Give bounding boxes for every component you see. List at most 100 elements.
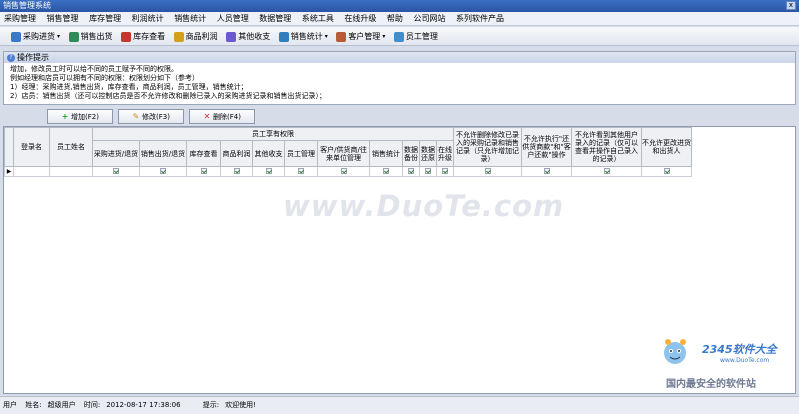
perm-checkbox[interactable] [160,167,166,174]
chevron-down-icon[interactable]: ▾ [57,33,60,40]
toolbar-inventory-button[interactable]: 库存查看 [118,28,168,45]
menu-website[interactable]: 公司网站 [409,12,449,25]
chevron-down-icon[interactable]: ▾ [325,33,328,40]
col-no-change-handler[interactable]: 不允许更改进货和出货人 [641,127,692,167]
perm-checkbox[interactable] [265,167,272,174]
col-no-repay[interactable]: 不允许执行"还供货商款"和"客户还款"操作 [521,127,572,167]
cell-name[interactable] [49,166,93,177]
toolbar-label: 销售统计 [290,32,323,41]
toolbar-label: 客户管理 [348,32,381,41]
toolbar-finance-button[interactable]: 其他收支 [223,28,273,45]
menu-bar: 采购管理 销售管理 库存管理 利润统计 销售统计 人员管理 数据管理 系统工具 … [0,12,799,26]
status-tip-label: 提示: [202,401,220,409]
customer-icon [336,31,347,42]
status-user-label: 用户 [3,401,17,409]
col-perm-purchase[interactable]: 采购进货/退货 [92,140,140,167]
toolbar-label: 采购进货 [23,32,55,41]
logo-name: 2345软件大全 [702,343,777,356]
extra-checkbox[interactable] [663,167,670,174]
menu-inventory[interactable]: 库存管理 [85,12,125,25]
table-row[interactable]: ▶ [4,166,692,177]
status-time-label: 时间: [83,401,101,409]
col-name[interactable]: 员工姓名 [49,127,93,167]
row-header-corner [4,127,14,167]
close-icon[interactable]: x [786,1,796,10]
col-group-permissions: 员工享有权限 [92,127,454,141]
status-bar: 用户 姓名: 超级用户 时间: 2012-08-17 17:38:06 提示: 欢迎使… [0,396,799,414]
title-bar: 销售管理系统 x [0,0,799,12]
tips-line: 增加，修改员工时可以给不同的员工赋予不同的权限。 [10,65,178,73]
menu-update[interactable]: 在线升级 [340,12,380,25]
menu-sales[interactable]: 销售管理 [43,12,83,25]
col-perm-backup[interactable]: 数据备份 [402,140,420,167]
sales-icon [68,31,79,42]
col-perm-update[interactable]: 在线升级 [436,140,454,167]
col-login[interactable]: 登录名 [13,127,50,167]
perm-checkbox[interactable] [340,167,347,174]
add-button[interactable]: + 增加(F2) [47,109,113,124]
help-icon: ? [7,53,15,62]
toolbar-label: 库存查看 [133,32,166,41]
edit-icon: ✎ [132,111,140,121]
status-time-value: 2012-08-17 17:38:06 [106,401,181,409]
col-perm-inventory[interactable]: 库存查看 [186,140,221,167]
action-bar: + 增加(F2) ✎ 修改(F3) ✕ 删除(F4) [0,108,799,125]
menu-data[interactable]: 数据管理 [255,12,295,25]
perm-checkbox[interactable] [425,167,431,174]
delete-icon: ✕ [203,111,211,121]
menu-sales-stats[interactable]: 销售统计 [170,12,210,25]
col-perm-restore[interactable]: 数据还原 [419,140,437,167]
perm-checkbox[interactable] [442,167,448,174]
menu-profit[interactable]: 利润统计 [128,12,168,25]
perm-checkbox[interactable] [408,167,414,174]
col-perm-customer[interactable]: 客户/供货商/往来单位管理 [317,140,370,167]
toolbar-label: 商品利润 [185,32,218,41]
chevron-down-icon[interactable]: ▾ [382,33,385,40]
tips-body: 增加，修改员工时可以给不同的员工赋予不同的权限。 例如经理和店员可以拥有不同的权… [4,63,795,103]
toolbar-customer-button[interactable]: 客户管理 ▾ [333,28,388,45]
col-perm-sales[interactable]: 销售出货/退货 [139,140,187,167]
col-perm-finance[interactable]: 其他收支 [252,140,285,167]
delete-button-label: 删除(F4) [213,112,241,121]
toolbar-purchase-button[interactable]: 采购进货 ▾ [8,28,63,45]
profit-icon [173,31,184,42]
tips-header: ? 操作提示 [4,52,795,63]
col-perm-stats[interactable]: 销售统计 [369,140,403,167]
watermark-text: www.DuoTe.com [283,189,565,223]
extra-checkbox[interactable] [484,167,491,174]
toolbar-staff-button[interactable]: 员工管理 [391,28,441,45]
cell-login[interactable] [13,166,50,177]
menu-staff[interactable]: 人员管理 [213,12,253,25]
menu-tools[interactable]: 系统工具 [298,12,338,25]
staff-icon [393,31,404,42]
col-perm-staff[interactable]: 员工管理 [284,140,318,167]
extra-checkbox[interactable] [603,167,610,174]
status-name-value: 超级用户 [47,401,76,409]
col-perm-profit[interactable]: 商品利润 [220,140,253,167]
toolbar-profit-button[interactable]: 商品利润 [171,28,221,45]
add-button-label: 增加(F2) [71,112,99,121]
extra-checkbox[interactable] [543,167,550,174]
tips-panel: ? 操作提示 增加，修改员工时可以给不同的员工赋予不同的权限。 例如经理和店员可… [3,51,796,105]
col-no-view-others[interactable]: 不允许看到其他用户录入的记录（仅可以查看并操作自己录入的记录） [571,127,642,167]
edit-button-label: 修改(F3) [142,112,170,121]
toolbar: 采购进货 ▾ 销售出货 库存查看 商品利润 其他收支 销售统计 ▾ 客户管理 ▾… [0,27,799,46]
tips-line: 1）经理：采购进货,销售出货，库存查看，商品利润，员工管理，销售统计； [10,83,248,91]
row-marker: ▶ [4,166,14,177]
edit-button[interactable]: ✎ 修改(F3) [118,109,184,124]
toolbar-stats-button[interactable]: 销售统计 ▾ [276,28,331,45]
col-no-edit-delete[interactable]: 不允许删除修改已录入的采购记录和销售记录（只允许增加记录） [453,127,522,167]
toolbar-sales-button[interactable]: 销售出货 [66,28,116,45]
perm-checkbox[interactable] [383,167,389,174]
perm-checkbox[interactable] [233,167,240,174]
menu-products[interactable]: 系列软件产品 [452,12,508,25]
perm-checkbox[interactable] [113,167,119,174]
delete-button[interactable]: ✕ 删除(F4) [189,109,255,124]
menu-purchase[interactable]: 采购管理 [0,12,40,25]
toolbar-label: 其他收支 [238,32,271,41]
staff-permission-grid[interactable]: 登录名 员工姓名 员工享有权限 不允许删除修改已录入的采购记录和销售记录（只允许… [3,126,796,394]
perm-checkbox[interactable] [298,167,304,174]
perm-checkbox[interactable] [200,167,207,174]
menu-help[interactable]: 帮助 [383,12,407,25]
add-icon: + [61,111,69,121]
